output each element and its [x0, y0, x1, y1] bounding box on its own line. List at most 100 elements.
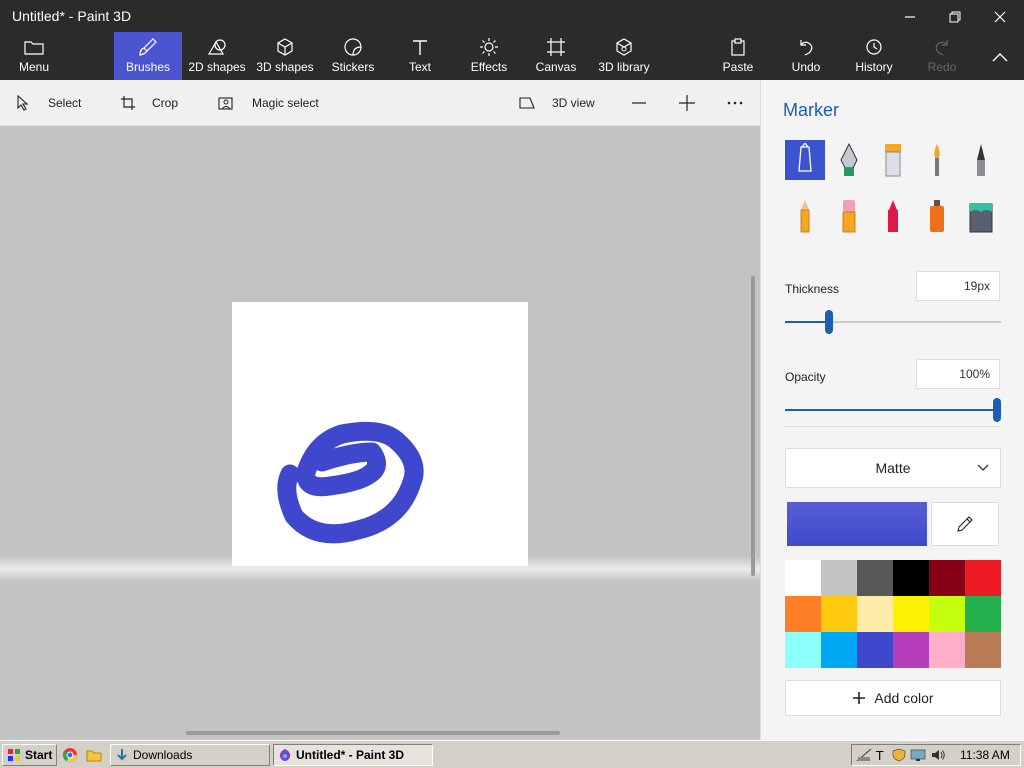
tab-effects[interactable]: Effects	[464, 32, 514, 80]
3d-view-button[interactable]: 3D view	[518, 80, 595, 126]
color-swatch[interactable]	[893, 632, 929, 668]
display-icon	[910, 749, 926, 761]
undo-button[interactable]: Undo	[784, 32, 828, 80]
panel-divider	[785, 426, 1001, 427]
color-swatch[interactable]	[965, 632, 1001, 668]
minimize-button[interactable]	[890, 4, 930, 30]
brush-calligraphy-pen[interactable]	[829, 140, 869, 180]
color-swatch[interactable]	[929, 596, 965, 632]
current-color-swatch[interactable]	[787, 502, 927, 546]
color-swatch[interactable]	[785, 632, 821, 668]
minimize-icon	[905, 16, 915, 18]
color-swatch[interactable]	[893, 596, 929, 632]
taskbar-downloads[interactable]: Downloads	[110, 744, 270, 766]
history-button[interactable]: History	[850, 32, 898, 80]
more-options-button[interactable]	[726, 80, 744, 126]
color-swatch[interactable]	[929, 560, 965, 596]
color-swatch[interactable]	[785, 560, 821, 596]
eyedropper-button[interactable]	[931, 502, 999, 546]
brush-eraser[interactable]	[829, 196, 869, 236]
tab-stickers-label: Stickers	[331, 60, 375, 74]
thickness-label: Thickness	[785, 282, 840, 296]
collapse-ribbon-button[interactable]	[984, 32, 1016, 80]
system-tray: T 11:38 AM	[851, 744, 1021, 766]
menu-button[interactable]: Menu	[8, 32, 60, 80]
panel-title: Marker	[783, 100, 840, 120]
select-button[interactable]: Select	[16, 80, 81, 126]
menu-label: Menu	[18, 60, 50, 74]
tab-brushes-label: Brushes	[125, 60, 171, 74]
tab-canvas[interactable]: Canvas	[532, 32, 580, 80]
taskbar-paint3d[interactable]: Untitled* - Paint 3D	[273, 744, 433, 766]
eyedropper-icon	[957, 516, 973, 532]
finish-dropdown[interactable]: Matte	[785, 448, 1001, 488]
thickness-input[interactable]: 19px	[916, 271, 1000, 301]
more-icon	[727, 101, 743, 105]
opacity-slider[interactable]	[785, 398, 1001, 422]
color-swatch[interactable]	[785, 596, 821, 632]
brush-spray-can[interactable]	[917, 196, 957, 236]
crop-button[interactable]: Crop	[120, 80, 178, 126]
tab-brushes[interactable]: Brushes	[114, 32, 182, 80]
brush-marker[interactable]	[785, 140, 825, 180]
color-swatch[interactable]	[857, 560, 893, 596]
color-swatch[interactable]	[857, 596, 893, 632]
tab-3d-shapes[interactable]: 3D shapes	[254, 32, 316, 80]
restore-button[interactable]	[935, 4, 975, 30]
explorer-quicklaunch[interactable]	[86, 747, 102, 768]
brush-oil-brush[interactable]	[873, 140, 913, 180]
tab-2d-shapes-label: 2D shapes	[188, 60, 246, 74]
paste-button[interactable]: Paste	[716, 32, 760, 80]
chrome-quicklaunch[interactable]	[62, 747, 78, 768]
workspace[interactable]	[0, 126, 760, 740]
vertical-scrollbar[interactable]	[751, 276, 755, 576]
redo-button[interactable]: Redo	[922, 32, 962, 80]
color-swatch[interactable]	[821, 596, 857, 632]
color-swatch[interactable]	[929, 632, 965, 668]
color-swatch[interactable]	[893, 560, 929, 596]
brush-watercolor[interactable]	[917, 140, 957, 180]
magic-select-button[interactable]: Magic select	[218, 80, 319, 126]
tab-3d-library-label: 3D library	[598, 60, 650, 74]
thickness-slider-fill	[785, 321, 829, 323]
opacity-slider-thumb[interactable]	[993, 398, 1001, 422]
undo-icon	[800, 40, 813, 56]
brush-pixel-pen[interactable]	[961, 140, 1001, 180]
start-label: Start	[25, 748, 53, 762]
tab-3d-library[interactable]: 3D library	[594, 32, 654, 80]
download-arrow-icon	[117, 749, 127, 761]
zoom-out-button[interactable]	[630, 80, 648, 126]
color-swatch[interactable]	[821, 632, 857, 668]
add-color-label: Add color	[874, 690, 934, 706]
brush-pencil[interactable]	[785, 196, 825, 236]
brush-crayon[interactable]	[873, 196, 913, 236]
horizontal-scrollbar[interactable]	[186, 731, 560, 735]
tab-text-label: Text	[408, 60, 431, 74]
volume-icon	[932, 750, 945, 760]
add-color-button[interactable]: Add color	[785, 680, 1001, 716]
taskbar-downloads-label: Downloads	[133, 748, 193, 762]
crop-icon	[121, 96, 135, 110]
tab-text[interactable]: Text	[398, 32, 442, 80]
close-button[interactable]	[980, 4, 1020, 30]
thickness-slider-thumb[interactable]	[825, 310, 833, 334]
brush-fill[interactable]	[961, 196, 1001, 236]
3d-view-icon	[519, 97, 535, 109]
color-swatch[interactable]	[965, 596, 1001, 632]
crayon-icon	[888, 200, 898, 232]
tab-2d-shapes[interactable]: 2D shapes	[186, 32, 248, 80]
tab-canvas-label: Canvas	[535, 60, 577, 74]
opacity-slider-fill	[785, 409, 997, 411]
marker-stroke	[277, 421, 424, 544]
tab-stickers[interactable]: Stickers	[326, 32, 380, 80]
thickness-slider[interactable]	[785, 310, 1001, 334]
color-swatch[interactable]	[965, 560, 1001, 596]
start-button[interactable]: Start	[2, 744, 58, 766]
network-icon	[856, 748, 872, 762]
color-swatch[interactable]	[857, 632, 893, 668]
opacity-input[interactable]: 100%	[916, 359, 1000, 389]
zoom-in-button[interactable]	[678, 80, 696, 126]
color-swatch[interactable]	[821, 560, 857, 596]
redo-icon	[935, 40, 948, 56]
drawing-canvas[interactable]	[232, 302, 528, 566]
